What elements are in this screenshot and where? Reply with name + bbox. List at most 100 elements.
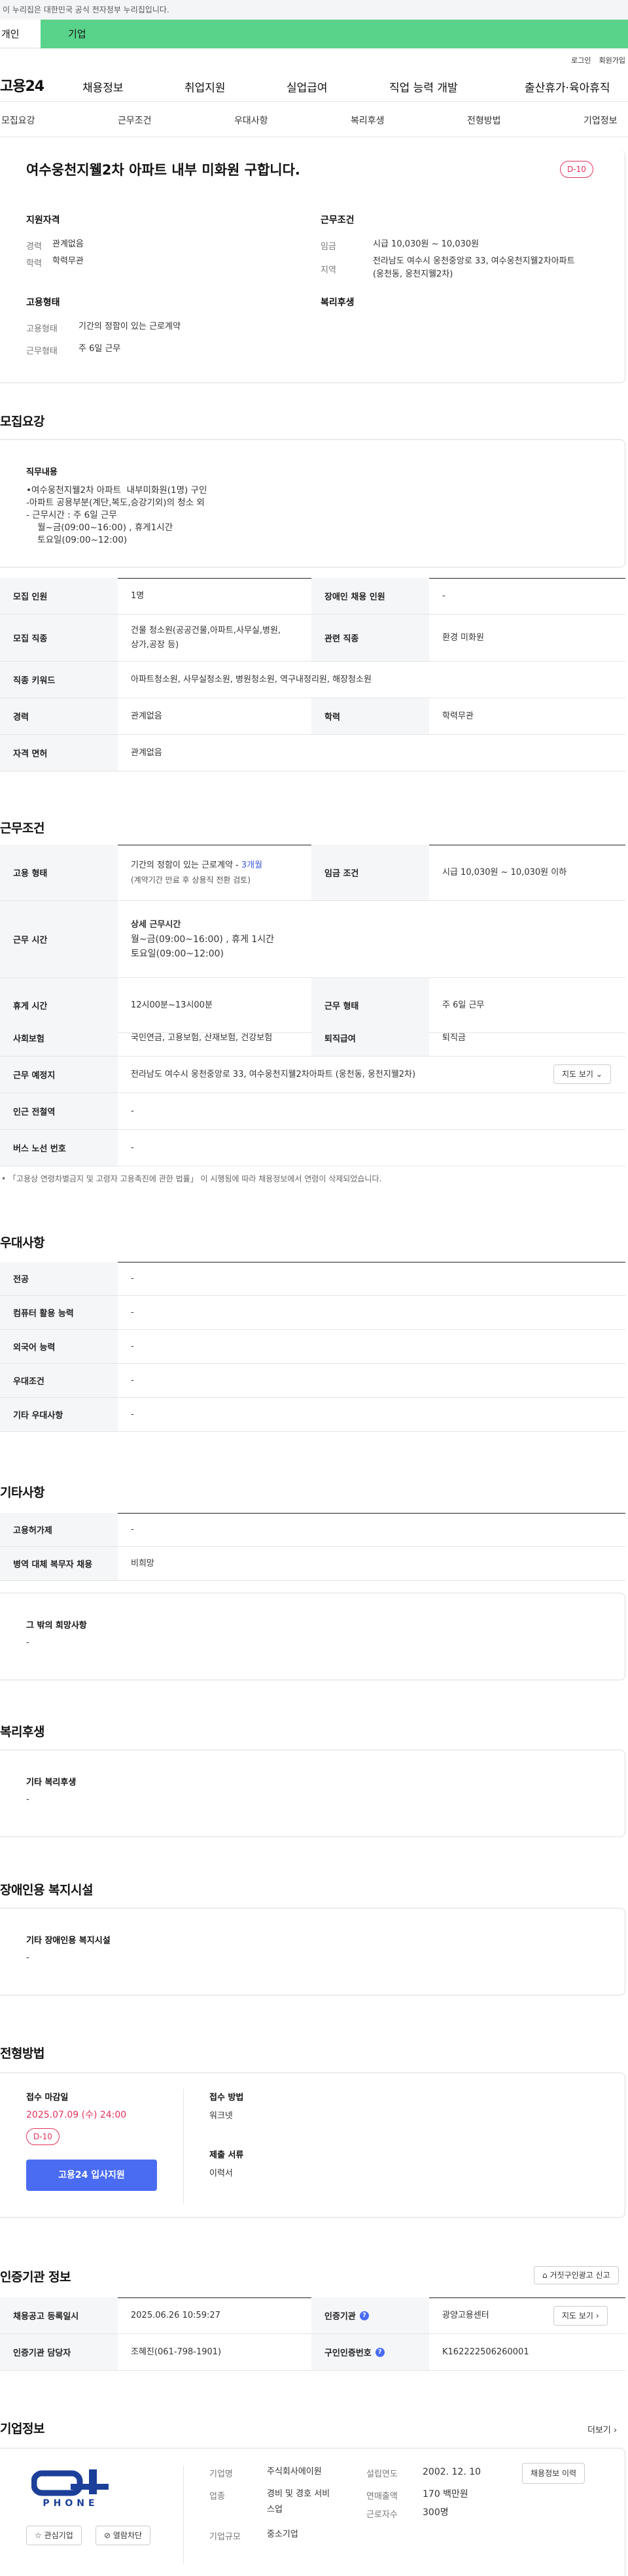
related-job-value: 환경 미화원	[442, 632, 484, 643]
language-label: 외국어 능력	[0, 1330, 118, 1363]
career-row-value: 관계없음	[131, 711, 162, 721]
company-logo: PHONE	[31, 2467, 110, 2510]
education-row-value: 학력무관	[442, 711, 474, 721]
favorite-company-button[interactable]: ☆ 관심기업	[26, 2526, 82, 2545]
table-row: 근무 예정지 전라남도 여수시 웅천중앙로 33, 여수웅천지웰2차아파트 (웅…	[0, 1057, 625, 1093]
severance-label: 퇴직급여	[311, 1020, 429, 1056]
company-size-label: 기업규모	[209, 2532, 241, 2542]
disabled-facility-card: 기타 장애인용 복지시설 -	[0, 1908, 625, 1995]
login-link[interactable]: 로그인	[571, 55, 591, 65]
info-icon[interactable]: ?	[359, 2311, 369, 2320]
disabled-facility-heading: 기타 장애인용 복지시설	[26, 1936, 111, 1946]
company-name-value: 주식회사에이원	[267, 2467, 322, 2477]
anchor-selection[interactable]: 전형방법	[467, 114, 501, 127]
block-view-button[interactable]: ⊘ 열람차단	[96, 2526, 151, 2545]
employees-value: 300명	[423, 2507, 449, 2518]
nav-unemployment-benefit[interactable]: 실업급여	[287, 78, 389, 95]
education-label: 학력	[26, 259, 42, 269]
section-anchor-nav: 모집요강 근무조건 우대사항 복리후생 전형방법 기업정보	[0, 102, 628, 137]
welfare-section-title: 복리후생	[0, 1725, 44, 1739]
company-logo-graphic: PHONE	[31, 2469, 109, 2509]
duty-text: •여수웅천지웰2차 아파트 내부미화원(1명) 구인 -아파트 공용부분(계단,…	[26, 485, 207, 545]
registered-at-label: 채용공고 등록일시	[0, 2297, 118, 2333]
tab-personal[interactable]: 개인	[0, 20, 41, 48]
agency-manager-value: 조혜진(061-798-1901)	[131, 2347, 222, 2357]
preference-condition-value: -	[131, 1375, 134, 1385]
headcount-value: 1명	[131, 590, 145, 601]
table-row: 우대조건 -	[0, 1364, 625, 1398]
language-value: -	[131, 1341, 134, 1351]
military-alt-label: 병역 대체 복무자 채용	[0, 1547, 118, 1580]
job-cert-number-label-text: 구인인증번호	[324, 2348, 372, 2358]
table-row: 고용 형태 기간의 정함이 있는 근로계약 - 3개월 (계약기간 만료 후 상…	[0, 845, 625, 901]
sales-value: 170 백만원	[423, 2489, 468, 2500]
other-wishes-card: 그 밖의 희망사항 -	[0, 1593, 625, 1680]
table-row: 버스 노선 번호 -	[0, 1130, 625, 1166]
industry-value-line2: 스업	[267, 2505, 283, 2515]
favorite-button-label: 관심기업	[44, 2531, 73, 2540]
apply-method-heading: 접수 방법	[209, 2093, 244, 2103]
nav-parental-leave[interactable]: 출산휴가·육아휴직	[525, 78, 610, 95]
related-job-label: 관련 직종	[311, 615, 429, 661]
conditions-section-title: 근무조건	[0, 821, 44, 836]
disabled-facility-value: -	[26, 1953, 29, 1963]
apply-button[interactable]: 고용24 입사지원	[26, 2160, 157, 2191]
anchor-company[interactable]: 기업정보	[584, 114, 618, 127]
chevron-right-icon: ›	[614, 2426, 618, 2435]
block-icon: ⊘	[104, 2531, 113, 2540]
other-preference-label: 기타 우대사항	[0, 1398, 118, 1431]
anchor-conditions[interactable]: 근무조건	[118, 114, 152, 127]
tab-company[interactable]: 기업	[41, 20, 628, 48]
cert-agency-label-text: 인증기관	[324, 2312, 356, 2322]
selection-divider	[183, 2089, 184, 2204]
nav-employment-support[interactable]: 취업지원	[184, 78, 287, 95]
nav-vocational-training[interactable]: 직업 능력 개발	[389, 78, 525, 95]
license-value: 관계없음	[131, 747, 162, 758]
cert-agency-label: 인증기관?	[311, 2297, 429, 2333]
preference-condition-label: 우대조건	[0, 1364, 118, 1397]
workplace-map-button[interactable]: 지도 보기 ⌄	[553, 1064, 611, 1084]
cert-agency-value: 광양고용센터	[442, 2310, 489, 2320]
report-button-label: 거짓구인광고 신고	[550, 2271, 610, 2280]
headcount-label: 모집 인원	[0, 578, 118, 614]
report-icon: ⌂	[542, 2271, 550, 2280]
job-history-button[interactable]: 채용정보 이력	[522, 2463, 585, 2484]
military-alt-value: 비희망	[131, 1558, 154, 1568]
duty-heading: 직무내용	[26, 467, 58, 477]
employees-label: 근로자수	[366, 2510, 398, 2520]
more-link-label: 더보기	[587, 2426, 611, 2435]
agency-map-button[interactable]: 지도 보기 ›	[553, 2306, 608, 2326]
anchor-recruit[interactable]: 모집요강	[1, 114, 35, 127]
welfare-heading: 복리후생	[321, 297, 355, 308]
nav-job-info[interactable]: 채용정보	[82, 78, 184, 95]
company-divider	[183, 2466, 184, 2564]
info-bullet-icon: •	[1, 1174, 9, 1183]
table-row: 채용공고 등록일시 2025.06.26 10:59:27 인증기관? 광양고용…	[0, 2297, 625, 2334]
work-hours-weekday: 월~금(09:00~16:00) , 휴게 1시간	[131, 934, 275, 945]
keyword-value: 아파트청소원, 사무실청소원, 병원청소원, 역구내정리원, 해장청소원	[131, 674, 372, 685]
etc-section-title: 기타사항	[0, 1485, 44, 1500]
major-label: 전공	[0, 1262, 118, 1295]
site-logo[interactable]: 고용24	[0, 75, 44, 95]
deadline-value: 2025.07.09 (수) 24:00	[26, 2110, 127, 2120]
info-icon[interactable]: ?	[375, 2347, 385, 2357]
table-row: 자격 면허 관계없음	[0, 735, 625, 771]
workplace-label: 근무 예정지	[0, 1057, 118, 1093]
industry-label: 업종	[209, 2492, 225, 2501]
job-category-label: 모집 직종	[0, 615, 118, 661]
report-false-ad-button[interactable]: ⌂ 거짓구인광고 신고	[534, 2266, 619, 2284]
welfare-other-value: -	[26, 1795, 29, 1805]
anchor-preference[interactable]: 우대사항	[234, 114, 268, 127]
company-more-link[interactable]: 더보기 ›	[587, 2423, 617, 2435]
table-row: 경력 관계없음 학력 학력무관	[0, 698, 625, 735]
signup-link[interactable]: 회원가입	[599, 55, 625, 65]
table-row: 모집 직종 건물 청소원(공공건물,아파트,사무실,병원, 상가,공장 등) 관…	[0, 615, 625, 662]
table-row: 기타 우대사항 -	[0, 1398, 625, 1432]
chevron-down-icon: ⌄	[595, 1070, 602, 1079]
industry-value-line1: 경비 및 경호 서비	[267, 2489, 330, 2499]
disabled-facility-section-title: 장애인용 복지시설	[0, 1883, 93, 1897]
region-label: 지역	[321, 265, 336, 275]
table-row: 모집 인원 1명 장애인 채용 인원 -	[0, 578, 625, 615]
selection-card: 접수 마감일 2025.07.09 (수) 24:00 D-10 고용24 입사…	[0, 2073, 625, 2218]
anchor-welfare[interactable]: 복리후생	[351, 114, 385, 127]
